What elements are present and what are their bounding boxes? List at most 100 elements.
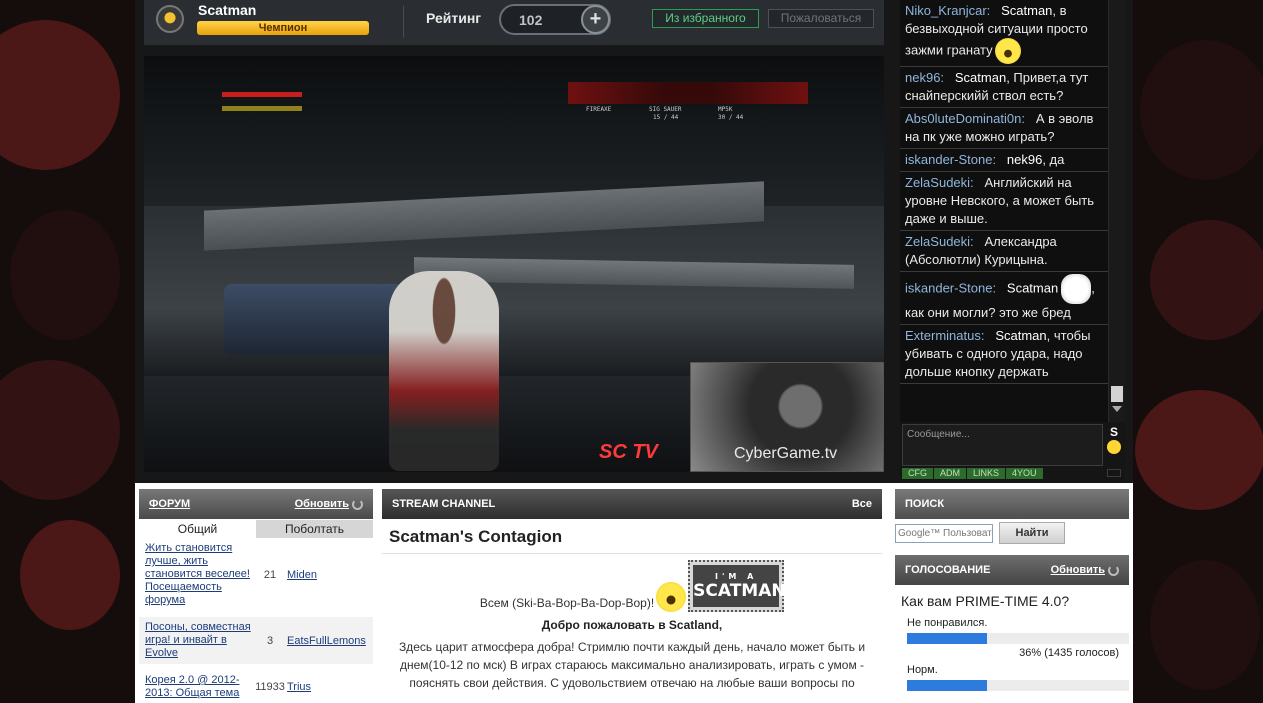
tab-general[interactable]: Общий <box>139 520 256 538</box>
hud-stamina-bar <box>222 106 302 111</box>
streamer-username[interactable]: Scatman <box>198 2 256 18</box>
stream-header-title: STREAM CHANNEL <box>392 498 496 510</box>
chat-nick[interactable]: ZelaSudeki: <box>905 234 974 249</box>
chat-mention[interactable]: Scatman <box>1007 280 1058 295</box>
search-input[interactable]: Google™ Пользовате <box>895 523 993 543</box>
forum-topic-link[interactable]: Посоны, совместная игра! и инвайт в Evol… <box>145 621 253 660</box>
search-row: Google™ Пользовате Найти <box>895 522 1129 544</box>
video-player[interactable]: FIREAXE SIG SAUER 15 / 44 MP5K 30 / 44 S… <box>144 56 884 472</box>
chat-message-input[interactable]: Сообщение... <box>902 424 1103 466</box>
scatman-logo: I'M A SCATMAN <box>688 560 786 612</box>
forum-refresh-label: Обновить <box>294 498 349 510</box>
chat-nick[interactable]: ZelaSudeki: <box>905 175 974 190</box>
poll-header: ГОЛОСОВАНИЕ Обновить <box>895 555 1129 585</box>
forum-author-link[interactable]: Trius <box>287 681 311 693</box>
content-area: ФОРУМ Обновить Общий Поболтать Жить стан… <box>135 483 1133 703</box>
smiley-emote-icon <box>994 38 1021 64</box>
chat-messages[interactable]: Niko_Kranjcar: Scatman, в безвыходной си… <box>900 0 1108 422</box>
chat-message: Exterminatus: Scatman, чтобы убивать с о… <box>900 325 1108 384</box>
forum-topic-list: Жить становится лучше, жить становится в… <box>139 538 373 703</box>
forum-topic-link[interactable]: Корея 2.0 @ 2012-2013: Общая тема <box>145 674 253 700</box>
chat-tab-4you[interactable]: 4YOU <box>1006 468 1043 479</box>
forum-refresh-button[interactable]: Обновить <box>295 489 363 519</box>
forum-topic-link[interactable]: Жить становится лучше, жить становится в… <box>145 542 253 607</box>
awesome-face-icon <box>656 582 687 612</box>
stream-greeting: Всем (Ski-Ba-Bop-Ba-Dop-Bop)! <box>479 596 655 610</box>
poll-question: Как вам PRIME-TIME 4.0? <box>901 593 1070 609</box>
forum-topic-row: Посоны, совместная игра! и инвайт в Evol… <box>139 617 373 670</box>
chat-mention[interactable]: Scatman <box>955 70 1006 85</box>
stream-description-text: Здесь царит атмосфера добра! Стримлю поч… <box>398 640 866 690</box>
forum-topic-row: Корея 2.0 @ 2012-2013: Общая тема 11933 Tr… <box>139 670 373 703</box>
forum-topic-row: Жить становится лучше, жить становится в… <box>139 538 373 617</box>
tab-chat[interactable]: Поболтать <box>256 520 373 538</box>
cybergame-logo: CyberGame.tv <box>734 445 838 462</box>
forum-reply-count: 11933 <box>255 681 285 693</box>
chat-message: ZelaSudeki: Александра (Абсолютли) Куриц… <box>900 231 1108 272</box>
report-button[interactable]: Пожаловаться <box>768 9 874 28</box>
chat-nick[interactable]: Abs0luteDominati0n: <box>905 111 1025 126</box>
chat-message: Abs0luteDominati0n: А в эволв на пк уже … <box>900 108 1108 149</box>
meme-face-emote-icon <box>1061 274 1092 304</box>
send-button[interactable]: S <box>1110 425 1118 439</box>
search-button[interactable]: Найти <box>999 522 1065 544</box>
chat-nick[interactable]: Niko_Kranjcar: <box>905 3 990 18</box>
stream-description: Всем (Ski-Ba-Bop-Ba-Dop-Bop)! I'M A SCATM… <box>382 554 882 696</box>
scroll-down-arrow-icon[interactable] <box>1112 406 1122 412</box>
chat-nick[interactable]: Exterminatus: <box>905 328 984 343</box>
video-scene-ceiling <box>144 56 884 206</box>
avatar[interactable] <box>156 5 184 33</box>
chat-tab-cfg[interactable]: CFG <box>902 468 933 479</box>
search-widget: ПОИСК Google™ Пользовате Найти <box>895 489 1129 549</box>
chat-message: nek96: Scatman, Привет,а тут снайперский… <box>900 67 1108 108</box>
chat-text: , да <box>1042 152 1065 167</box>
poll-bar-fill <box>907 633 987 644</box>
chat-scroll-thumb[interactable] <box>1111 386 1123 402</box>
chat-mention[interactable]: Scatman <box>995 328 1046 343</box>
stream-greeting-row: Всем (Ski-Ba-Bop-Ba-Dop-Bop)! I'M A SCATM… <box>390 560 874 612</box>
rating-plus-icon[interactable]: + <box>581 5 610 34</box>
streamer-profile-bar: Scatman Чемпион Рейтинг 102 + Из избранн… <box>144 0 884 46</box>
chat-scrollbar[interactable] <box>1108 0 1125 422</box>
emoticon-picker-icon[interactable] <box>1107 440 1121 454</box>
forum-author-link[interactable]: Miden <box>287 569 317 581</box>
poll-refresh-label: Обновить <box>1050 564 1105 576</box>
stream-header: STREAM CHANNEL Все <box>382 489 882 519</box>
search-header: ПОИСК <box>895 489 1129 519</box>
rating-box: 102 + <box>499 4 611 35</box>
chat-tab-links[interactable]: LINKS <box>967 468 1006 479</box>
rating-value: 102 <box>519 12 543 28</box>
stream-all-link[interactable]: Все <box>852 489 872 519</box>
poll-refresh-button[interactable]: Обновить <box>1051 555 1119 585</box>
sc-tv-logo: SC TV <box>599 441 658 463</box>
forum-header: ФОРУМ Обновить <box>139 489 373 519</box>
video-scene-zombie <box>389 271 499 471</box>
forum-author-link[interactable]: EatsFullLemons <box>287 635 366 647</box>
chat-nick[interactable]: iskander-Stone: <box>905 280 996 295</box>
hud-weapon-2: SIG SAUER <box>649 106 682 113</box>
poll-bar-track <box>907 680 1129 691</box>
chat-nick[interactable]: nek96: <box>905 70 944 85</box>
stream-welcome: Добро пожаловать в Scatland, <box>541 618 723 632</box>
stream-title: Scatman's Contagion <box>382 519 882 554</box>
chat-mention[interactable]: nek96 <box>1007 152 1042 167</box>
remove-from-favorites-button[interactable]: Из избранного <box>652 9 759 28</box>
chat-message: Niko_Kranjcar: Scatman, в безвыходной си… <box>900 0 1108 67</box>
poll-result: 36% (1435 голосов) <box>1019 647 1119 659</box>
chat-nick[interactable]: iskander-Stone: <box>905 152 996 167</box>
rank-badge: Чемпион <box>197 21 369 35</box>
hud-ammo-3: 30 / 44 <box>718 114 744 121</box>
chat-mention[interactable]: Scatman <box>1001 3 1052 18</box>
forum-reply-count: 3 <box>266 634 274 647</box>
hud-weapon-3: MP5K <box>718 106 733 113</box>
forum-reply-count: 21 <box>263 568 277 581</box>
poll-result <box>895 691 1129 697</box>
poll-options: Не понравился. 36% (1435 голосов) Норм. <box>895 615 1129 697</box>
hud-ammo-2: 15 / 44 <box>653 114 679 121</box>
hud-health-bar <box>222 92 302 97</box>
chat-tab-adm[interactable]: ADM <box>934 468 966 479</box>
rating-label: Рейтинг <box>426 10 482 26</box>
chat-panel: Niko_Kranjcar: Scatman, в безвыходной си… <box>900 0 1125 422</box>
forum-title[interactable]: ФОРУМ <box>149 498 190 510</box>
chat-tab-empty[interactable] <box>1107 469 1121 477</box>
